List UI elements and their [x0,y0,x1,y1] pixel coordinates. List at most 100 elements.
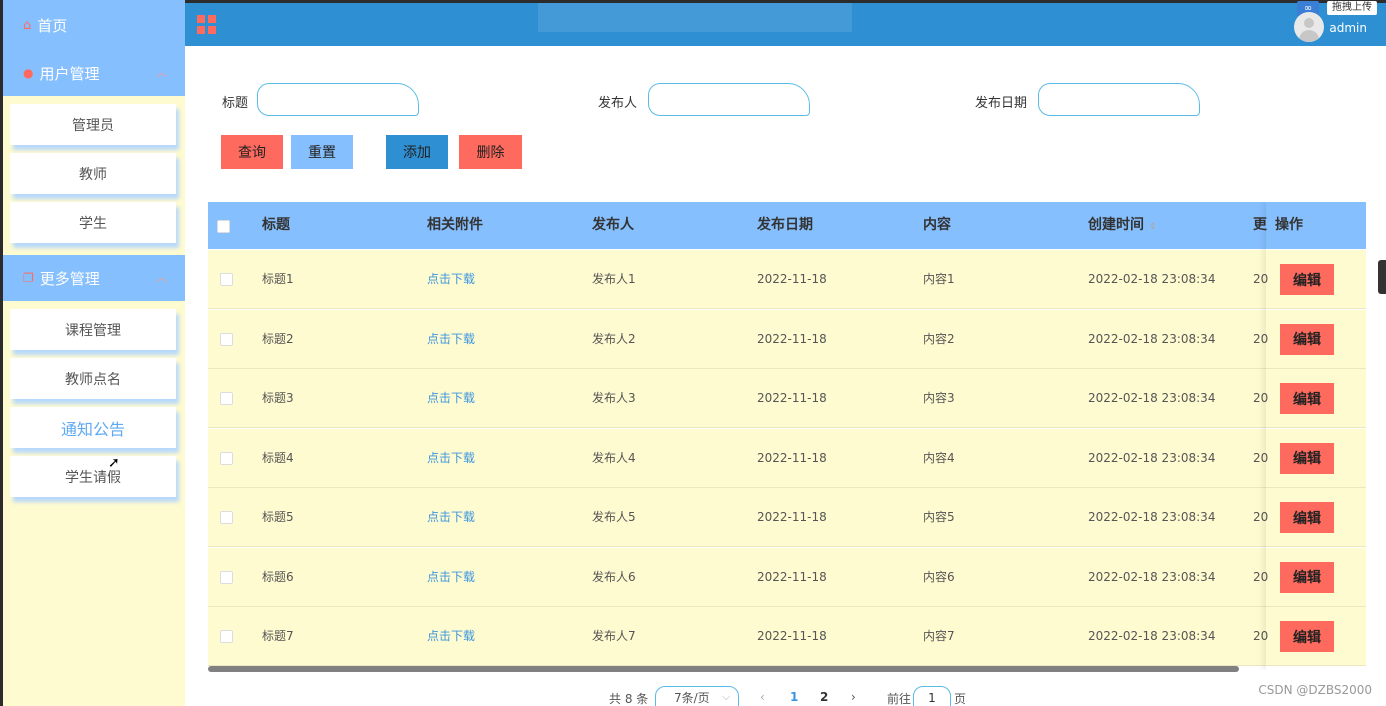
col-header-publisher: 发布人 [592,217,634,233]
cell-attachment[interactable]: 点击下载 [427,607,475,666]
cell-content: 内容7 [923,629,955,643]
sidebar-item-course[interactable]: 课程管理 [10,309,176,350]
cell-content: 内容6 [923,569,955,584]
total-count: 共 8 条 [609,692,649,706]
top-bar: ∞ 拖拽上传 admin [185,0,1386,46]
notice-table: 标题 相关附件 发布人 发布日期 内容 创建时间 ⇕ 更 操作 标题1 点击下载发… [208,202,1366,670]
page-2[interactable]: 2 [820,690,828,704]
sidebar-item-admin[interactable]: 管理员 [10,104,176,145]
cell-title: 标题3 [262,391,294,405]
reset-button[interactable]: 重置 [291,135,353,169]
col-header-date: 发布日期 [757,217,813,233]
prev-page-icon[interactable]: ‹ [760,690,765,704]
row-checkbox[interactable] [220,570,233,584]
copy-icon: ❐ [23,271,34,285]
avatar[interactable] [1294,12,1324,42]
sidebar-item-notice[interactable]: 通知公告 [10,407,176,448]
sidebar-submenu-users: 管理员 教师 学生 [3,96,185,255]
sidebar-group-user-management[interactable]: ● 用户管理 ︿ [3,50,185,96]
next-page-icon[interactable]: › [851,690,856,704]
cell-content: 内容2 [923,331,955,346]
title-label: 标题 [222,96,249,111]
row-checkbox[interactable] [220,451,233,465]
chevron-up-icon: ︿ [156,271,167,284]
mouse-cursor-icon: ➚ [108,455,120,471]
date-label: 发布日期 [975,96,1028,111]
sidebar-item-leave[interactable]: 学生请假 [10,456,176,497]
col-header-created[interactable]: 创建时间 ⇕ [1088,202,1156,249]
cell-publisher: 发布人1 [592,272,636,286]
cell-title: 标题4 [262,450,294,465]
title-input[interactable] [257,83,419,116]
publisher-label: 发布人 [598,96,638,111]
cell-attachment[interactable]: 点击下载 [427,548,475,607]
add-button[interactable]: 添加 [386,135,448,169]
menu-grid-icon[interactable] [197,15,216,34]
table-row: 标题3 点击下载 发布人3 2022-11-18 内容3 2022-02-18 23:08… [208,369,1366,428]
cell-title: 标题2 [262,331,294,346]
cell-attachment[interactable]: 点击下载 [427,369,475,428]
sidebar-group-label: 更多管理 [39,269,100,288]
cell-created: 2022-02-18 23:08:34 [1088,391,1216,405]
cell-created: 2022-02-18 23:08:34 [1088,510,1216,524]
home-icon: ⌂ [23,17,32,33]
row-checkbox[interactable] [220,273,233,286]
sidebar-item-home[interactable]: ⌂ 首页 [3,0,185,50]
col-header-attachment: 相关附件 [427,217,483,233]
sidebar-item-teacher[interactable]: 教师 [10,153,176,194]
table-row: 标题4 点击下载 发布人4 2022-11-18 内容4 2022-02-18 23:08… [208,428,1366,488]
upload-label[interactable]: 拖拽上传 [1327,1,1377,15]
cell-content: 内容3 [923,391,955,405]
query-button[interactable]: 查询 [221,135,283,169]
cell-attachment[interactable]: 点击下载 [427,488,475,547]
cell-title: 标题1 [262,272,294,286]
table-row: 标题2 点击下载 发布人2 2022-11-18 内容2 2022-02-18 23:08… [208,309,1366,369]
cell-publisher: 发布人6 [592,569,636,584]
sidebar-submenu-more: 课程管理 教师点名 通知公告 学生请假 [3,301,185,509]
cell-title: 标题7 [262,629,294,643]
page-1[interactable]: 1 [790,690,798,704]
row-checkbox[interactable] [220,630,233,643]
sidebar-home-label: 首页 [37,16,68,35]
goto-page-input[interactable]: 1 [913,686,951,706]
cell-date: 2022-11-18 [757,569,827,584]
page-size-select[interactable]: 7条/页 ⌵ [655,686,739,706]
cell-title: 标题5 [262,510,294,524]
cell-title: 标题6 [262,569,294,584]
page-size-value: 7条/页 [674,691,710,705]
page-suffix-label: 页 [954,692,967,706]
sidebar-group-more-management[interactable]: ❐ 更多管理 ︿ [3,255,185,301]
table-row: 标题1 点击下载 发布人1 2022-11-18 内容1 2022-02-18 23:08… [208,250,1366,309]
chevron-up-icon: ︿ [156,66,167,79]
sidebar-group-label: 用户管理 [39,64,100,83]
cell-attachment[interactable]: 点击下载 [427,250,475,309]
row-checkbox[interactable] [220,511,233,524]
delete-button[interactable]: 删除 [459,135,522,169]
cell-attachment[interactable]: 点击下载 [427,310,475,369]
row-checkbox[interactable] [220,392,233,405]
cell-created: 2022-02-18 23:08:34 [1088,450,1216,465]
horizontal-scrollbar[interactable] [208,666,1239,672]
sidebar-item-roll-call[interactable]: 教师点名 [10,358,176,399]
select-all-checkbox[interactable] [217,220,230,233]
row-checkbox[interactable] [220,332,233,346]
username[interactable]: admin [1329,21,1367,35]
cell-date: 2022-11-18 [757,272,827,286]
date-input[interactable] [1038,83,1200,116]
publisher-input[interactable] [648,83,810,116]
sidebar-item-student[interactable]: 学生 [10,202,176,243]
cell-date: 2022-11-18 [757,450,827,465]
cell-attachment[interactable]: 点击下载 [427,429,475,488]
col-header-title: 标题 [262,217,290,233]
cell-created: 2022-02-18 23:08:34 [1088,629,1216,643]
cell-date: 2022-11-18 [757,510,827,524]
cell-publisher: 发布人5 [592,510,636,524]
cell-date: 2022-11-18 [757,629,827,643]
side-handle[interactable] [1378,260,1386,294]
table-row: 标题5 点击下载 发布人5 2022-11-18 内容5 2022-02-18 23:08… [208,488,1366,547]
cell-created: 2022-02-18 23:08:34 [1088,331,1216,346]
cell-date: 2022-11-18 [757,331,827,346]
cell-created: 2022-02-18 23:08:34 [1088,272,1216,286]
table-row: 标题6 点击下载 发布人6 2022-11-18 内容6 2022-02-18 23:08… [208,547,1366,607]
user-icon: ● [23,66,34,80]
